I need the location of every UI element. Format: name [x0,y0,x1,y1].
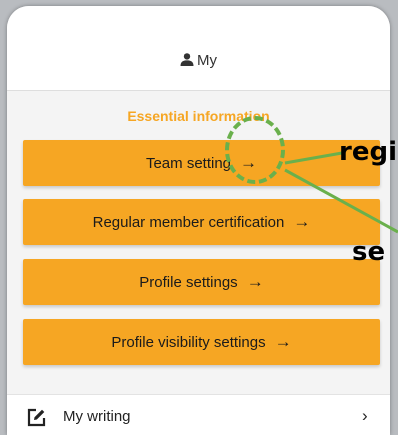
page-header: My [7,6,390,91]
profile-visibility-settings-label: Profile visibility settings [111,333,266,351]
my-writing-label: My writing [63,408,131,425]
chevron-right-icon: › [362,406,368,425]
arrow-right-icon: → [246,272,264,291]
phone-screen: My Essential information Team setting → … [7,6,390,435]
page-title-text: My [197,52,217,69]
person-icon [180,53,194,66]
regular-member-certification-button[interactable]: Regular member certification → [23,199,380,245]
my-writing-row[interactable]: My writing › [7,394,390,435]
profile-visibility-settings-button[interactable]: Profile visibility settings → [23,319,380,365]
annotation-highlight-circle [225,116,285,184]
regular-member-certification-label: Regular member certification [92,213,285,231]
annotation-text-2: se [352,237,386,267]
section-title: Essential information [127,108,270,124]
arrow-right-icon: → [293,212,311,231]
team-setting-label: Team setting [145,154,232,172]
profile-settings-label: Profile settings [139,273,238,291]
arrow-right-icon: → [274,332,292,351]
profile-settings-button[interactable]: Profile settings → [23,259,380,305]
annotation-text-1: regi [339,137,397,167]
page-title: My [7,52,390,69]
edit-icon [27,408,46,427]
team-setting-button[interactable]: Team setting → [23,140,380,186]
